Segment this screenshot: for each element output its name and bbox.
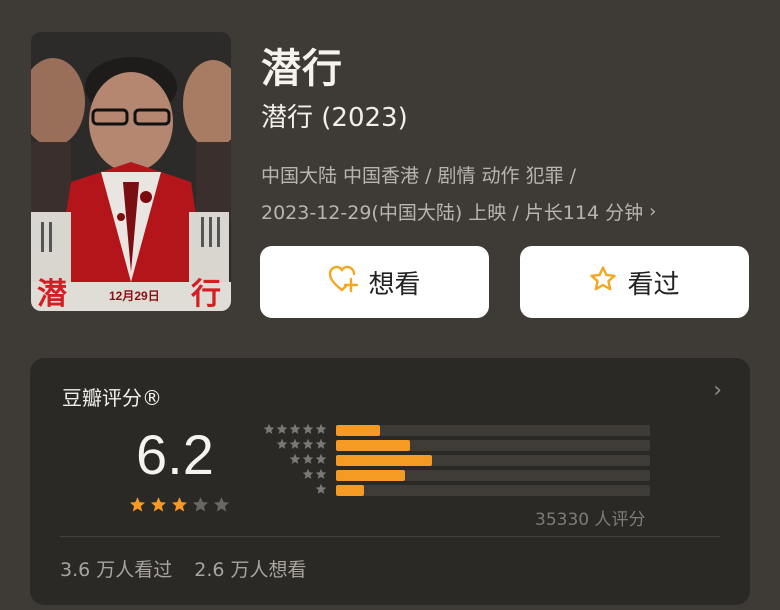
rating-bar-track — [336, 440, 650, 451]
small-star-icon — [263, 423, 275, 434]
rating-card-title: 豆瓣评分® — [62, 386, 162, 410]
rating-count: 35330 人评分 — [535, 510, 646, 530]
rating-bar-stars-4 — [276, 438, 327, 450]
star-empty-icon — [192, 496, 209, 517]
rating-bar-stars-5 — [263, 423, 327, 435]
douban-rating-card[interactable]: 豆瓣评分® › 6.2 35330 人评分 3.6 万人看过 2.6 万人想看 — [30, 358, 750, 605]
poster-date: 12月29日 — [109, 289, 160, 303]
rating-bar-fill — [336, 425, 380, 436]
want-to-watch-label: 想看 — [368, 269, 421, 300]
watched-label: 看过 — [627, 269, 680, 300]
watched-button[interactable]: 看过 — [520, 246, 749, 318]
small-star-icon — [276, 423, 288, 434]
star-filled-icon — [150, 496, 167, 517]
small-star-icon — [289, 423, 301, 434]
rating-bar-fill — [336, 440, 410, 451]
movie-poster[interactable]: 潜 行 12月29日 — [31, 32, 231, 311]
rating-bar-stars-1 — [315, 483, 327, 495]
small-star-icon — [302, 423, 314, 434]
small-star-icon — [302, 468, 314, 479]
watch-stats: 3.6 万人看过 2.6 万人想看 — [60, 555, 307, 582]
movie-meta-release-text: 2023-12-29(中国大陆) 上映 / 片长114 分钟 — [261, 202, 644, 224]
small-star-icon — [302, 438, 314, 449]
small-star-icon — [289, 438, 301, 449]
small-star-icon — [315, 423, 327, 434]
rating-bar-stars-2 — [302, 468, 327, 480]
rating-bar-row-5 — [258, 423, 658, 439]
movie-meta-region-genre: 中国大陆 中国香港 / 剧情 动作 犯罪 / — [261, 165, 577, 187]
small-star-icon — [276, 438, 288, 449]
chevron-right-icon: › — [649, 201, 657, 222]
small-star-icon — [315, 438, 327, 449]
star-outline-icon — [589, 265, 617, 300]
poster-artwork: 潜 行 12月29日 — [31, 32, 231, 311]
rating-bar-fill — [336, 470, 406, 481]
small-star-icon — [315, 453, 327, 464]
poster-title-left: 潜 — [37, 277, 67, 311]
star-filled-icon — [171, 496, 188, 517]
star-empty-icon — [213, 496, 230, 517]
rating-bar-fill — [336, 485, 365, 496]
rating-bar-row-2 — [258, 468, 658, 484]
rating-bar-stars-3 — [289, 453, 327, 465]
rating-bar-track — [336, 470, 650, 481]
rating-bar-row-4 — [258, 438, 658, 454]
rating-stars — [129, 496, 230, 517]
heart-plus-icon — [328, 265, 359, 300]
rating-bar-row-1 — [258, 483, 658, 499]
small-star-icon — [315, 483, 327, 494]
small-star-icon — [315, 468, 327, 479]
rating-bar-fill — [336, 455, 432, 466]
movie-meta-release[interactable]: 2023-12-29(中国大陆) 上映 / 片长114 分钟 › — [261, 198, 656, 225]
rating-bar-track — [336, 425, 650, 436]
movie-subtitle: 潜行 (2023) — [261, 103, 408, 133]
small-star-icon — [289, 453, 301, 464]
chevron-right-icon[interactable]: › — [713, 378, 722, 403]
movie-detail-page: 潜 行 12月29日 潜行 潜行 (2023) 中国大陆 中国香港 / 剧情 动… — [0, 0, 780, 610]
movie-title: 潜行 — [261, 46, 343, 92]
star-filled-icon — [129, 496, 146, 517]
small-star-icon — [302, 453, 314, 464]
want-count[interactable]: 2.6 万人想看 — [194, 555, 306, 582]
rating-bar-track — [336, 455, 650, 466]
rating-bar-row-3 — [258, 453, 658, 469]
watched-count[interactable]: 3.6 万人看过 — [60, 555, 172, 582]
rating-score: 6.2 — [136, 423, 214, 486]
rating-bar-track — [336, 485, 650, 496]
poster-title-right: 行 — [190, 277, 221, 311]
want-to-watch-button[interactable]: 想看 — [260, 246, 489, 318]
divider — [60, 536, 720, 537]
